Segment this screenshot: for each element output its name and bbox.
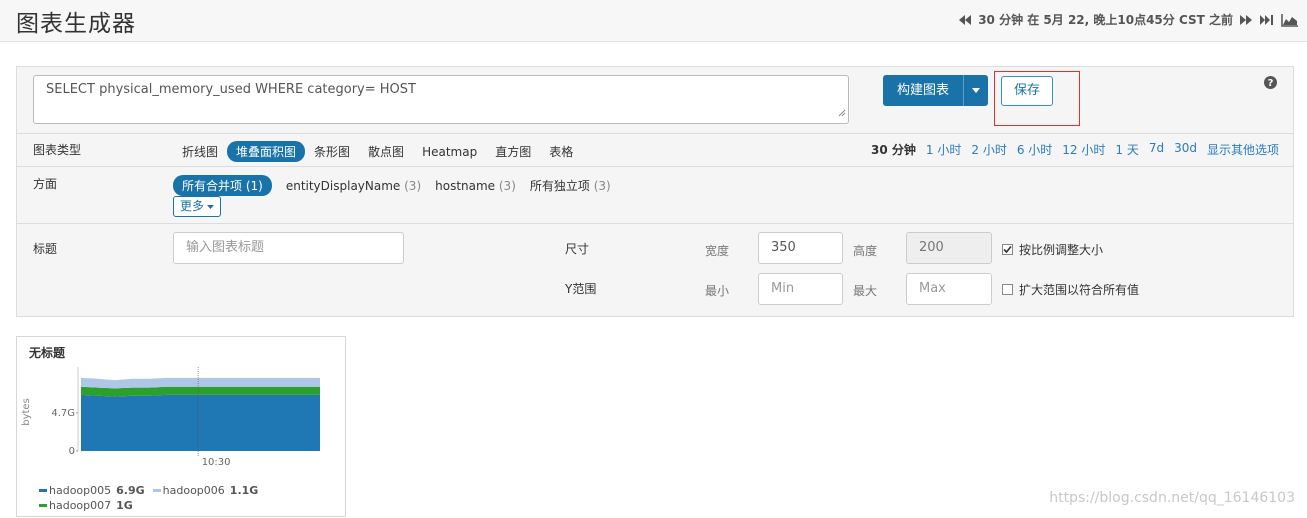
x-tick-label: 10:30: [202, 457, 231, 468]
max-label: 最大: [853, 284, 878, 298]
build-chart-dropdown[interactable]: [963, 75, 989, 106]
more-label: 更多: [180, 199, 205, 213]
legend-item[interactable]: hadoop007 1G: [39, 499, 133, 512]
facet-count: (3): [593, 179, 611, 193]
time-range-option[interactable]: 2 小时: [971, 141, 1006, 158]
facet-name: hostname: [435, 178, 499, 193]
expand-range-checkbox[interactable]: 扩大范围以符合所有值: [1002, 281, 1139, 298]
legend-swatch: [152, 489, 161, 492]
time-range-option[interactable]: 7d: [1149, 141, 1164, 158]
chart-type-option[interactable]: 表格: [540, 141, 582, 162]
y-max-input[interactable]: Max: [906, 273, 992, 305]
watermark: https://blog.csdn.net/qq_16146103: [1049, 490, 1295, 506]
skip-to-end-icon[interactable]: [1259, 14, 1275, 26]
y-axis-label: bytes: [21, 398, 32, 426]
facets-label: 方面: [33, 177, 58, 191]
y-min-input[interactable]: Min: [758, 273, 843, 305]
legend-series-value: 1G: [116, 499, 133, 512]
facet-count: (3): [404, 178, 422, 193]
facet-option[interactable]: entityDisplayName (3): [286, 179, 421, 193]
chart-type-option[interactable]: 条形图: [305, 141, 359, 162]
legend-row: hadoop007 1G: [39, 497, 266, 512]
legend-series-name: hadoop006: [162, 484, 225, 497]
facet-name: 所有独立项: [529, 179, 594, 193]
more-button[interactable]: 更多: [173, 196, 222, 217]
time-range-list: 30 分钟 1 小时 2 小时 6 小时 12 小时 1 天 7d 30d 显示其他选项: [871, 141, 1279, 158]
facet-count: (1): [245, 179, 263, 193]
chart-builder-panel: SELECT physical_memory_used WHERE catego…: [16, 66, 1294, 317]
page-title: 图表生成器: [16, 11, 136, 37]
time-range-option[interactable]: 12 小时: [1062, 141, 1105, 158]
keep-ratio-checkbox[interactable]: 按比例调整大小: [1002, 241, 1103, 258]
svg-text:?: ?: [1268, 78, 1274, 89]
title-label: 标题: [33, 242, 58, 256]
time-range-option[interactable]: 1 小时: [926, 141, 961, 158]
y-tick-label: 4.7G: [51, 408, 75, 419]
facet-count: (3): [498, 178, 516, 193]
chart-type-label: 图表类型: [33, 143, 82, 157]
legend-swatch: [39, 489, 47, 492]
caret-down-icon: [207, 204, 215, 209]
facet-option[interactable]: 所有合并项 (1): [173, 175, 272, 196]
help-icon[interactable]: ?: [1264, 76, 1277, 92]
highlight-box: [994, 71, 1080, 126]
legend-swatch: [39, 504, 47, 507]
legend-series-value: 6.9G: [116, 484, 145, 497]
query-textarea[interactable]: SELECT physical_memory_used WHERE catego…: [33, 75, 849, 124]
rewind-icon[interactable]: [958, 14, 972, 26]
checkbox-unchecked-icon: [1002, 284, 1013, 295]
legend-item[interactable]: hadoop006 1.1G: [152, 484, 259, 497]
expand-range-label: 扩大范围以符合所有值: [1019, 283, 1140, 297]
time-range-text: 30 分钟 在 5月 22, 晚上10点45分 CST 之前: [978, 13, 1233, 27]
chart-title-input[interactable]: 输入图表标题: [173, 232, 404, 264]
legend-row: hadoop005 6.9G hadoop006 1.1G: [39, 482, 266, 497]
build-chart-button[interactable]: 构建图表: [883, 75, 964, 106]
y-tick-label: 0: [69, 446, 75, 457]
facet-name: entityDisplayName: [285, 178, 405, 193]
top-bar: 图表生成器 30 分钟 在 5月 22, 晚上10点45分 CST 之前: [0, 0, 1307, 42]
facet-option[interactable]: hostname (3): [435, 179, 516, 193]
legend-series-name: hadoop005: [49, 484, 112, 497]
build-chart-group: 构建图表: [883, 75, 989, 106]
time-navigation: 30 分钟 在 5月 22, 晚上10点45分 CST 之前: [958, 11, 1299, 28]
area-series-hadoop005: [81, 394, 320, 451]
time-range-option[interactable]: 6 小时: [1017, 141, 1052, 158]
y-range-label: Y范围: [565, 282, 597, 296]
query-text: SELECT physical_memory_used WHERE catego…: [46, 82, 416, 97]
keep-ratio-label: 按比例调整大小: [1019, 243, 1104, 257]
height-input[interactable]: 200: [906, 232, 992, 264]
chart-type-option[interactable]: 直方图: [486, 141, 540, 162]
caret-down-icon: [972, 88, 981, 93]
time-range-option[interactable]: 30d: [1174, 141, 1197, 158]
height-label: 高度: [853, 244, 878, 258]
resize-grip-icon[interactable]: [838, 106, 846, 121]
width-label: 宽度: [705, 244, 730, 258]
size-label: 尺寸: [565, 242, 590, 256]
width-input[interactable]: 350: [758, 232, 843, 264]
chart-type-row: 图表类型 折线图 堆叠面积图 条形图 散点图 Heatmap 直方图 表格 30 分钟 1 小…: [17, 133, 1293, 166]
chart-type-list: 折线图 堆叠面积图 条形图 散点图 Heatmap 直方图 表格: [173, 141, 582, 162]
facet-list: 所有合并项 (1) entityDisplayName (3) hostname (…: [173, 175, 611, 196]
time-range-option[interactable]: 30 分钟: [871, 141, 916, 158]
chart-svg: 0 4.7G 10:30 bytes: [21, 367, 320, 468]
chart-type-option[interactable]: 散点图: [359, 141, 413, 162]
fast-forward-icon[interactable]: [1239, 14, 1253, 26]
time-range-option[interactable]: 1 天: [1115, 141, 1138, 158]
area-chart-icon[interactable]: [1281, 13, 1299, 27]
chart-type-option[interactable]: 折线图: [173, 141, 227, 162]
chart-card: 无标题 0 4.7G 10:30 bytes hadoop005 6.9G hadoop0…: [16, 336, 346, 517]
chart-type-option[interactable]: 堆叠面积图: [227, 141, 306, 162]
facet-option[interactable]: 所有独立项 (3): [530, 177, 611, 194]
legend-item[interactable]: hadoop005 6.9G: [39, 484, 145, 497]
title-size-row: 标题 输入图表标题 尺寸 宽度 350 高度 200 按比例调整大小 Y范围 最…: [17, 223, 1293, 317]
chart-type-option[interactable]: Heatmap: [413, 143, 486, 161]
facet-name: 所有合并项: [182, 179, 246, 193]
chart-legend: hadoop005 6.9G hadoop006 1.1G hadoop007 1G: [39, 482, 266, 512]
time-range-option[interactable]: 显示其他选项: [1207, 141, 1279, 158]
facets-row: 方面 所有合并项 (1) entityDisplayName (3) hostnam…: [17, 166, 1293, 223]
min-label: 最小: [705, 284, 730, 298]
legend-series-value: 1.1G: [229, 484, 259, 497]
checkbox-checked-icon: [1002, 244, 1013, 255]
legend-series-name: hadoop007: [49, 499, 112, 512]
